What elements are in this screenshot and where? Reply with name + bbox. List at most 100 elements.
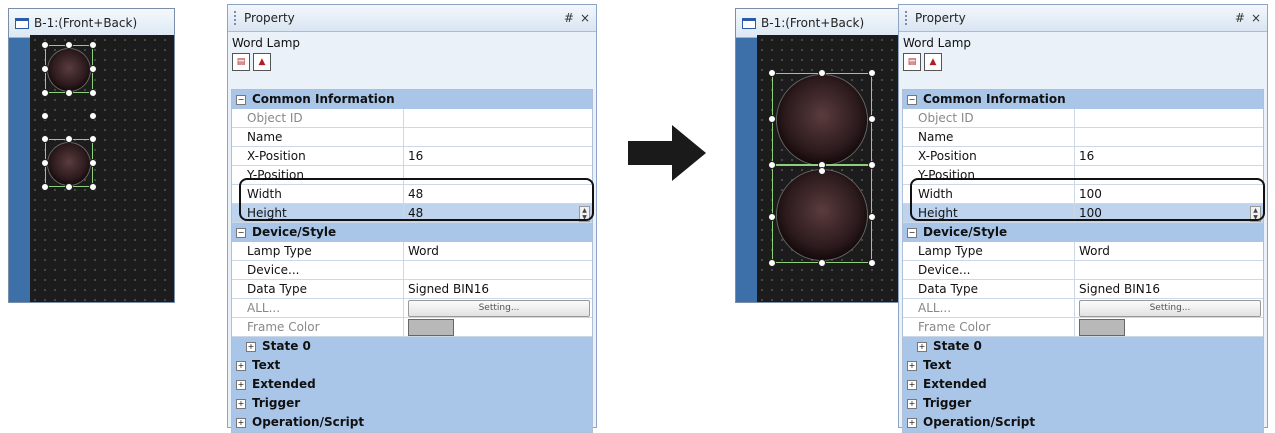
- close-icon[interactable]: ×: [1251, 11, 1261, 25]
- row-value[interactable]: 48: [404, 185, 592, 203]
- category-trigger[interactable]: + Trigger: [232, 394, 592, 413]
- row-device[interactable]: Device...: [903, 261, 1263, 280]
- expand-icon[interactable]: +: [236, 379, 246, 390]
- collapse-icon[interactable]: −: [907, 227, 917, 238]
- row-all[interactable]: ALL... Setting...: [903, 299, 1263, 318]
- setting-button[interactable]: Setting...: [408, 300, 590, 317]
- resize-handle[interactable]: [768, 259, 776, 267]
- resize-handle[interactable]: [41, 112, 49, 120]
- spinner-icon[interactable]: ▲ ▼: [579, 206, 590, 222]
- resize-handle[interactable]: [868, 161, 876, 169]
- category-common-information[interactable]: − Common Information: [903, 90, 1263, 109]
- row-lamp-type[interactable]: Lamp Type Word: [903, 242, 1263, 261]
- resize-handle[interactable]: [868, 69, 876, 77]
- category-state-0[interactable]: + State 0: [903, 337, 1263, 356]
- grip-icon[interactable]: [234, 11, 239, 25]
- editor-title-bar[interactable]: B-1:(Front+Back): [9, 9, 174, 38]
- pin-icon[interactable]: #: [1235, 11, 1245, 25]
- resize-handle[interactable]: [89, 112, 97, 120]
- row-x-position[interactable]: X-Position 16: [232, 147, 592, 166]
- sort-alphabetical-icon[interactable]: ▲: [253, 53, 271, 71]
- property-title-bar[interactable]: Property # ×: [228, 5, 596, 32]
- row-x-position[interactable]: X-Position 16: [903, 147, 1263, 166]
- expand-icon[interactable]: +: [907, 379, 917, 390]
- row-value[interactable]: [1075, 261, 1263, 279]
- category-common-information[interactable]: − Common Information: [232, 90, 592, 109]
- sort-alphabetical-icon[interactable]: ▲: [924, 53, 942, 71]
- row-width[interactable]: Width 48: [232, 185, 592, 204]
- setting-button[interactable]: Setting...: [1079, 300, 1261, 317]
- pin-icon[interactable]: #: [564, 11, 574, 25]
- resize-handle[interactable]: [868, 115, 876, 123]
- category-state-0[interactable]: + State 0: [232, 337, 592, 356]
- resize-handle[interactable]: [89, 41, 97, 49]
- resize-handle[interactable]: [41, 183, 49, 191]
- spinner-icon[interactable]: ▲ ▼: [1250, 206, 1261, 222]
- row-value[interactable]: [404, 128, 592, 146]
- row-frame-color[interactable]: Frame Color: [903, 318, 1263, 337]
- row-data-type[interactable]: Data Type Signed BIN16: [232, 280, 592, 299]
- frame-color-swatch[interactable]: [408, 319, 454, 336]
- expand-icon[interactable]: +: [917, 341, 927, 352]
- collapse-icon[interactable]: −: [236, 227, 246, 238]
- expand-icon[interactable]: +: [907, 398, 917, 409]
- row-value-field[interactable]: 48 ▲ ▼: [404, 204, 592, 222]
- row-value-field[interactable]: 100 ▲ ▼: [1075, 204, 1263, 222]
- sort-by-category-icon[interactable]: ▤: [232, 53, 250, 71]
- row-value[interactable]: [404, 109, 592, 127]
- expand-icon[interactable]: +: [246, 341, 256, 352]
- category-text[interactable]: + Text: [903, 356, 1263, 375]
- resize-handle[interactable]: [818, 167, 826, 175]
- row-width[interactable]: Width 100: [903, 185, 1263, 204]
- editor-canvas[interactable]: [30, 35, 174, 302]
- resize-handle[interactable]: [41, 159, 49, 167]
- resize-handle[interactable]: [868, 213, 876, 221]
- category-extended[interactable]: + Extended: [232, 375, 592, 394]
- row-value[interactable]: [1075, 166, 1263, 184]
- expand-icon[interactable]: +: [236, 360, 246, 371]
- row-object-id[interactable]: Object ID: [232, 109, 592, 128]
- row-device[interactable]: Device...: [232, 261, 592, 280]
- sort-by-category-icon[interactable]: ▤: [903, 53, 921, 71]
- category-extended[interactable]: + Extended: [903, 375, 1263, 394]
- resize-handle[interactable]: [89, 89, 97, 97]
- resize-handle[interactable]: [89, 65, 97, 73]
- row-y-position[interactable]: Y-Position: [232, 166, 592, 185]
- resize-handle[interactable]: [65, 135, 73, 143]
- category-trigger[interactable]: + Trigger: [903, 394, 1263, 413]
- resize-handle[interactable]: [768, 161, 776, 169]
- resize-handle[interactable]: [41, 135, 49, 143]
- row-value[interactable]: Word: [1075, 242, 1263, 260]
- expand-icon[interactable]: +: [907, 417, 917, 428]
- resize-handle[interactable]: [868, 259, 876, 267]
- collapse-icon[interactable]: −: [236, 94, 246, 105]
- row-y-position[interactable]: Y-Position: [903, 166, 1263, 185]
- editor-canvas[interactable]: [757, 35, 901, 302]
- row-data-type[interactable]: Data Type Signed BIN16: [903, 280, 1263, 299]
- resize-handle[interactable]: [768, 115, 776, 123]
- category-text[interactable]: + Text: [232, 356, 592, 375]
- row-value[interactable]: 16: [404, 147, 592, 165]
- row-value[interactable]: 16: [1075, 147, 1263, 165]
- resize-handle[interactable]: [89, 135, 97, 143]
- resize-handle[interactable]: [65, 41, 73, 49]
- resize-handle[interactable]: [818, 259, 826, 267]
- grip-icon[interactable]: [905, 11, 910, 25]
- row-value[interactable]: Signed BIN16: [1075, 280, 1263, 298]
- category-device-style[interactable]: − Device/Style: [232, 223, 592, 242]
- expand-icon[interactable]: +: [907, 360, 917, 371]
- row-lamp-type[interactable]: Lamp Type Word: [232, 242, 592, 261]
- frame-color-swatch[interactable]: [1079, 319, 1125, 336]
- row-value[interactable]: Signed BIN16: [404, 280, 592, 298]
- row-height[interactable]: Height 100 ▲ ▼: [903, 204, 1263, 223]
- resize-handle[interactable]: [65, 89, 73, 97]
- category-operation-script[interactable]: + Operation/Script: [903, 413, 1263, 432]
- resize-handle[interactable]: [768, 213, 776, 221]
- category-device-style[interactable]: − Device/Style: [903, 223, 1263, 242]
- row-name[interactable]: Name: [903, 128, 1263, 147]
- resize-handle[interactable]: [768, 69, 776, 77]
- resize-handle[interactable]: [41, 89, 49, 97]
- close-icon[interactable]: ×: [580, 11, 590, 25]
- row-value[interactable]: [404, 261, 592, 279]
- row-value[interactable]: [1075, 128, 1263, 146]
